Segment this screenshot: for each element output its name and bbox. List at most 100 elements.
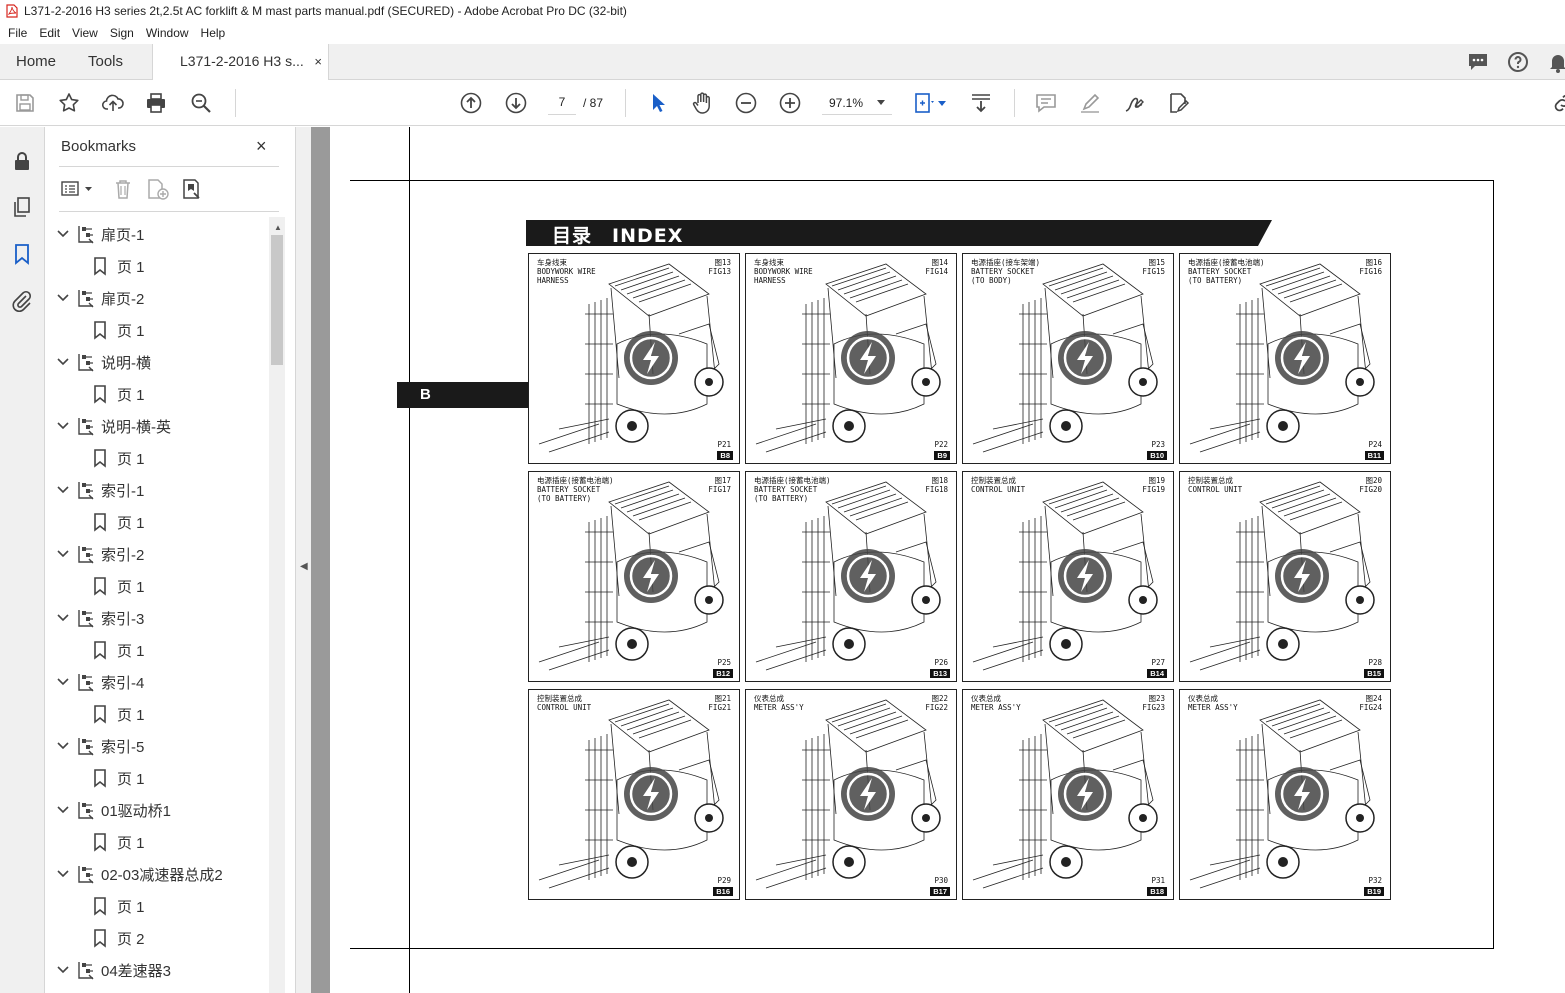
hand-icon[interactable] — [690, 91, 714, 115]
index-thumbnail[interactable]: 电源插座(接蓄电池端) BATTERY SOCKET (TO BATTERY) 图… — [745, 471, 957, 682]
prev-page-icon[interactable] — [459, 91, 483, 115]
expand-chevron-icon[interactable] — [57, 549, 69, 559]
index-thumbnail[interactable]: 控制装置总成 CONTROL UNIT 图20 FIG20 P28 B15 — [1179, 471, 1391, 682]
bookmark-group[interactable]: 索引-4 — [57, 666, 144, 698]
menu-help[interactable]: Help — [195, 26, 232, 40]
bookmark-group[interactable]: 01驱动桥1 — [57, 794, 171, 826]
bookmark-page[interactable]: 页 1 — [93, 698, 145, 730]
index-thumbnail[interactable]: 车身线束 BODYWORK WIRE HARNESS 图14 FIG14 P22 B9 — [745, 253, 957, 464]
bookmark-icon — [94, 257, 106, 276]
expand-chevron-icon[interactable] — [57, 677, 69, 687]
chat-icon[interactable] — [1466, 50, 1490, 74]
sign-icon[interactable] — [1122, 91, 1146, 115]
index-thumbnail[interactable]: 仪表总成 METER ASS'Y 图23 FIG23 P31 B18 — [962, 689, 1174, 900]
bookmark-group[interactable]: 索引-2 — [57, 538, 144, 570]
thumbnail-title: 电源插座(接车架端) BATTERY SOCKET (TO BODY) — [971, 258, 1041, 285]
comment-icon[interactable] — [1034, 91, 1058, 115]
tab-close-button[interactable]: × — [314, 44, 322, 79]
expand-chevron-icon[interactable] — [57, 805, 69, 815]
next-page-icon[interactable] — [504, 91, 528, 115]
menu-window[interactable]: Window — [140, 26, 195, 40]
bookmark-options-icon[interactable] — [60, 177, 92, 201]
bookmark-page[interactable]: 页 1 — [93, 250, 145, 282]
bookmark-label: 索引-5 — [101, 738, 145, 756]
page-number-input[interactable]: 7 — [548, 91, 576, 115]
index-thumbnail[interactable]: 电源插座(接车架端) BATTERY SOCKET (TO BODY) 图15 F… — [962, 253, 1174, 464]
bookmark-page[interactable]: 页 1 — [93, 570, 145, 602]
bookmark-page[interactable]: 页 1 — [93, 826, 145, 858]
index-thumbnail[interactable]: 电源插座(接蓄电池端) BATTERY SOCKET (TO BATTERY) 图… — [1179, 253, 1391, 464]
index-thumbnail[interactable]: 仪表总成 METER ASS'Y 图24 FIG24 P32 B19 — [1179, 689, 1391, 900]
expand-chevron-icon[interactable] — [57, 741, 69, 751]
index-thumbnail[interactable]: 电源插座(接蓄电池端) BATTERY SOCKET (TO BATTERY) 图… — [528, 471, 740, 682]
bookmark-page[interactable]: 页 1 — [93, 634, 145, 666]
expand-chevron-icon[interactable] — [57, 869, 69, 879]
menu-sign[interactable]: Sign — [104, 26, 140, 40]
menu-edit[interactable]: Edit — [33, 26, 66, 40]
bookmarks-icon[interactable] — [10, 242, 34, 266]
delete-bookmark-icon[interactable] — [111, 177, 135, 201]
menu-file[interactable]: File — [2, 26, 33, 40]
fit-page-icon[interactable] — [912, 91, 936, 115]
select-cursor-icon[interactable] — [646, 91, 670, 115]
notification-bell-icon[interactable] — [1546, 50, 1565, 74]
zoom-out-icon[interactable] — [734, 91, 758, 115]
expand-chevron-icon[interactable] — [57, 485, 69, 495]
highlight-icon[interactable] — [1078, 91, 1102, 115]
share-link-icon[interactable] — [1551, 91, 1565, 115]
zoom-search-icon[interactable] — [189, 91, 213, 115]
bookmark-page[interactable]: 页 1 — [93, 890, 145, 922]
expand-chevron-icon[interactable] — [57, 965, 69, 975]
tab-home[interactable]: Home — [16, 44, 56, 79]
index-thumbnail[interactable]: 控制装置总成 CONTROL UNIT 图19 FIG19 P27 B14 — [962, 471, 1174, 682]
bookmark-group[interactable]: 04差速器3 — [57, 954, 171, 986]
tab-document[interactable]: L371-2-2016 H3 s... × — [152, 44, 329, 80]
bookmark-page[interactable]: 页 1 — [93, 762, 145, 794]
bookmark-group[interactable]: 说明-横 — [57, 346, 151, 378]
upload-icon[interactable] — [101, 91, 125, 115]
help-icon[interactable] — [1506, 50, 1530, 74]
expand-chevron-icon[interactable] — [57, 357, 69, 367]
bookmarks-scroll-thumb[interactable] — [271, 235, 283, 365]
index-thumbnail[interactable]: 仪表总成 METER ASS'Y 图22 FIG22 P30 B17 — [745, 689, 957, 900]
attachments-icon[interactable] — [10, 289, 34, 313]
bookmark-group[interactable]: 扉页-2 — [57, 282, 144, 314]
save-icon[interactable] — [13, 91, 37, 115]
index-thumbnail[interactable]: 车身线束 BODYWORK WIRE HARNESS 图13 FIG13 P21 B8 — [528, 253, 740, 464]
bookmark-group[interactable]: 索引-3 — [57, 602, 144, 634]
bookmark-group[interactable]: 说明-横-英 — [57, 410, 171, 442]
bookmark-page[interactable]: 页 2 — [93, 922, 145, 954]
pages-icon[interactable] — [10, 195, 34, 219]
bookmark-page[interactable]: 页 1 — [93, 314, 145, 346]
thumbnail-code: B11 — [1364, 451, 1384, 460]
fit-page-chevron-icon[interactable] — [938, 101, 946, 106]
new-bookmark-icon[interactable] — [145, 177, 169, 201]
bookmark-star-icon[interactable] — [57, 91, 81, 115]
bookmark-page[interactable]: 页 1 — [93, 378, 145, 410]
bookmark-group[interactable]: 索引-5 — [57, 730, 144, 762]
bookmark-icon — [94, 449, 106, 468]
expand-chevron-icon[interactable] — [57, 613, 69, 623]
expand-chevron-icon[interactable] — [57, 293, 69, 303]
panel-splitter[interactable]: ◀ — [295, 127, 311, 993]
scroll-up-icon[interactable]: ▲ — [274, 223, 282, 232]
fill-sign-icon[interactable] — [1166, 91, 1190, 115]
document-viewport[interactable]: 目录 INDEX B 车身线束 BODYWORK WIRE HARNESS 图13… — [311, 127, 1565, 993]
bookmark-page[interactable]: 页 1 — [93, 442, 145, 474]
print-icon[interactable] — [144, 91, 168, 115]
menu-view[interactable]: View — [66, 26, 104, 40]
bookmarks-close-button[interactable]: × — [256, 136, 267, 157]
index-thumbnail[interactable]: 控制装置总成 CONTROL UNIT 图21 FIG21 P29 B16 — [528, 689, 740, 900]
bookmark-from-selection-icon[interactable] — [180, 177, 204, 201]
collapse-panel-icon[interactable]: ◀ — [300, 561, 308, 572]
bookmark-group[interactable]: 02-03减速器总成2 — [57, 858, 223, 890]
scroll-mode-icon[interactable] — [969, 91, 993, 115]
bookmark-group[interactable]: 扉页-1 — [57, 218, 144, 250]
expand-chevron-icon[interactable] — [57, 229, 69, 239]
bookmark-group[interactable]: 索引-1 — [57, 474, 144, 506]
tab-tools[interactable]: Tools — [88, 44, 123, 79]
bookmark-page[interactable]: 页 1 — [93, 506, 145, 538]
zoom-in-icon[interactable] — [778, 91, 802, 115]
expand-chevron-icon[interactable] — [57, 421, 69, 431]
lock-icon[interactable] — [10, 149, 34, 173]
